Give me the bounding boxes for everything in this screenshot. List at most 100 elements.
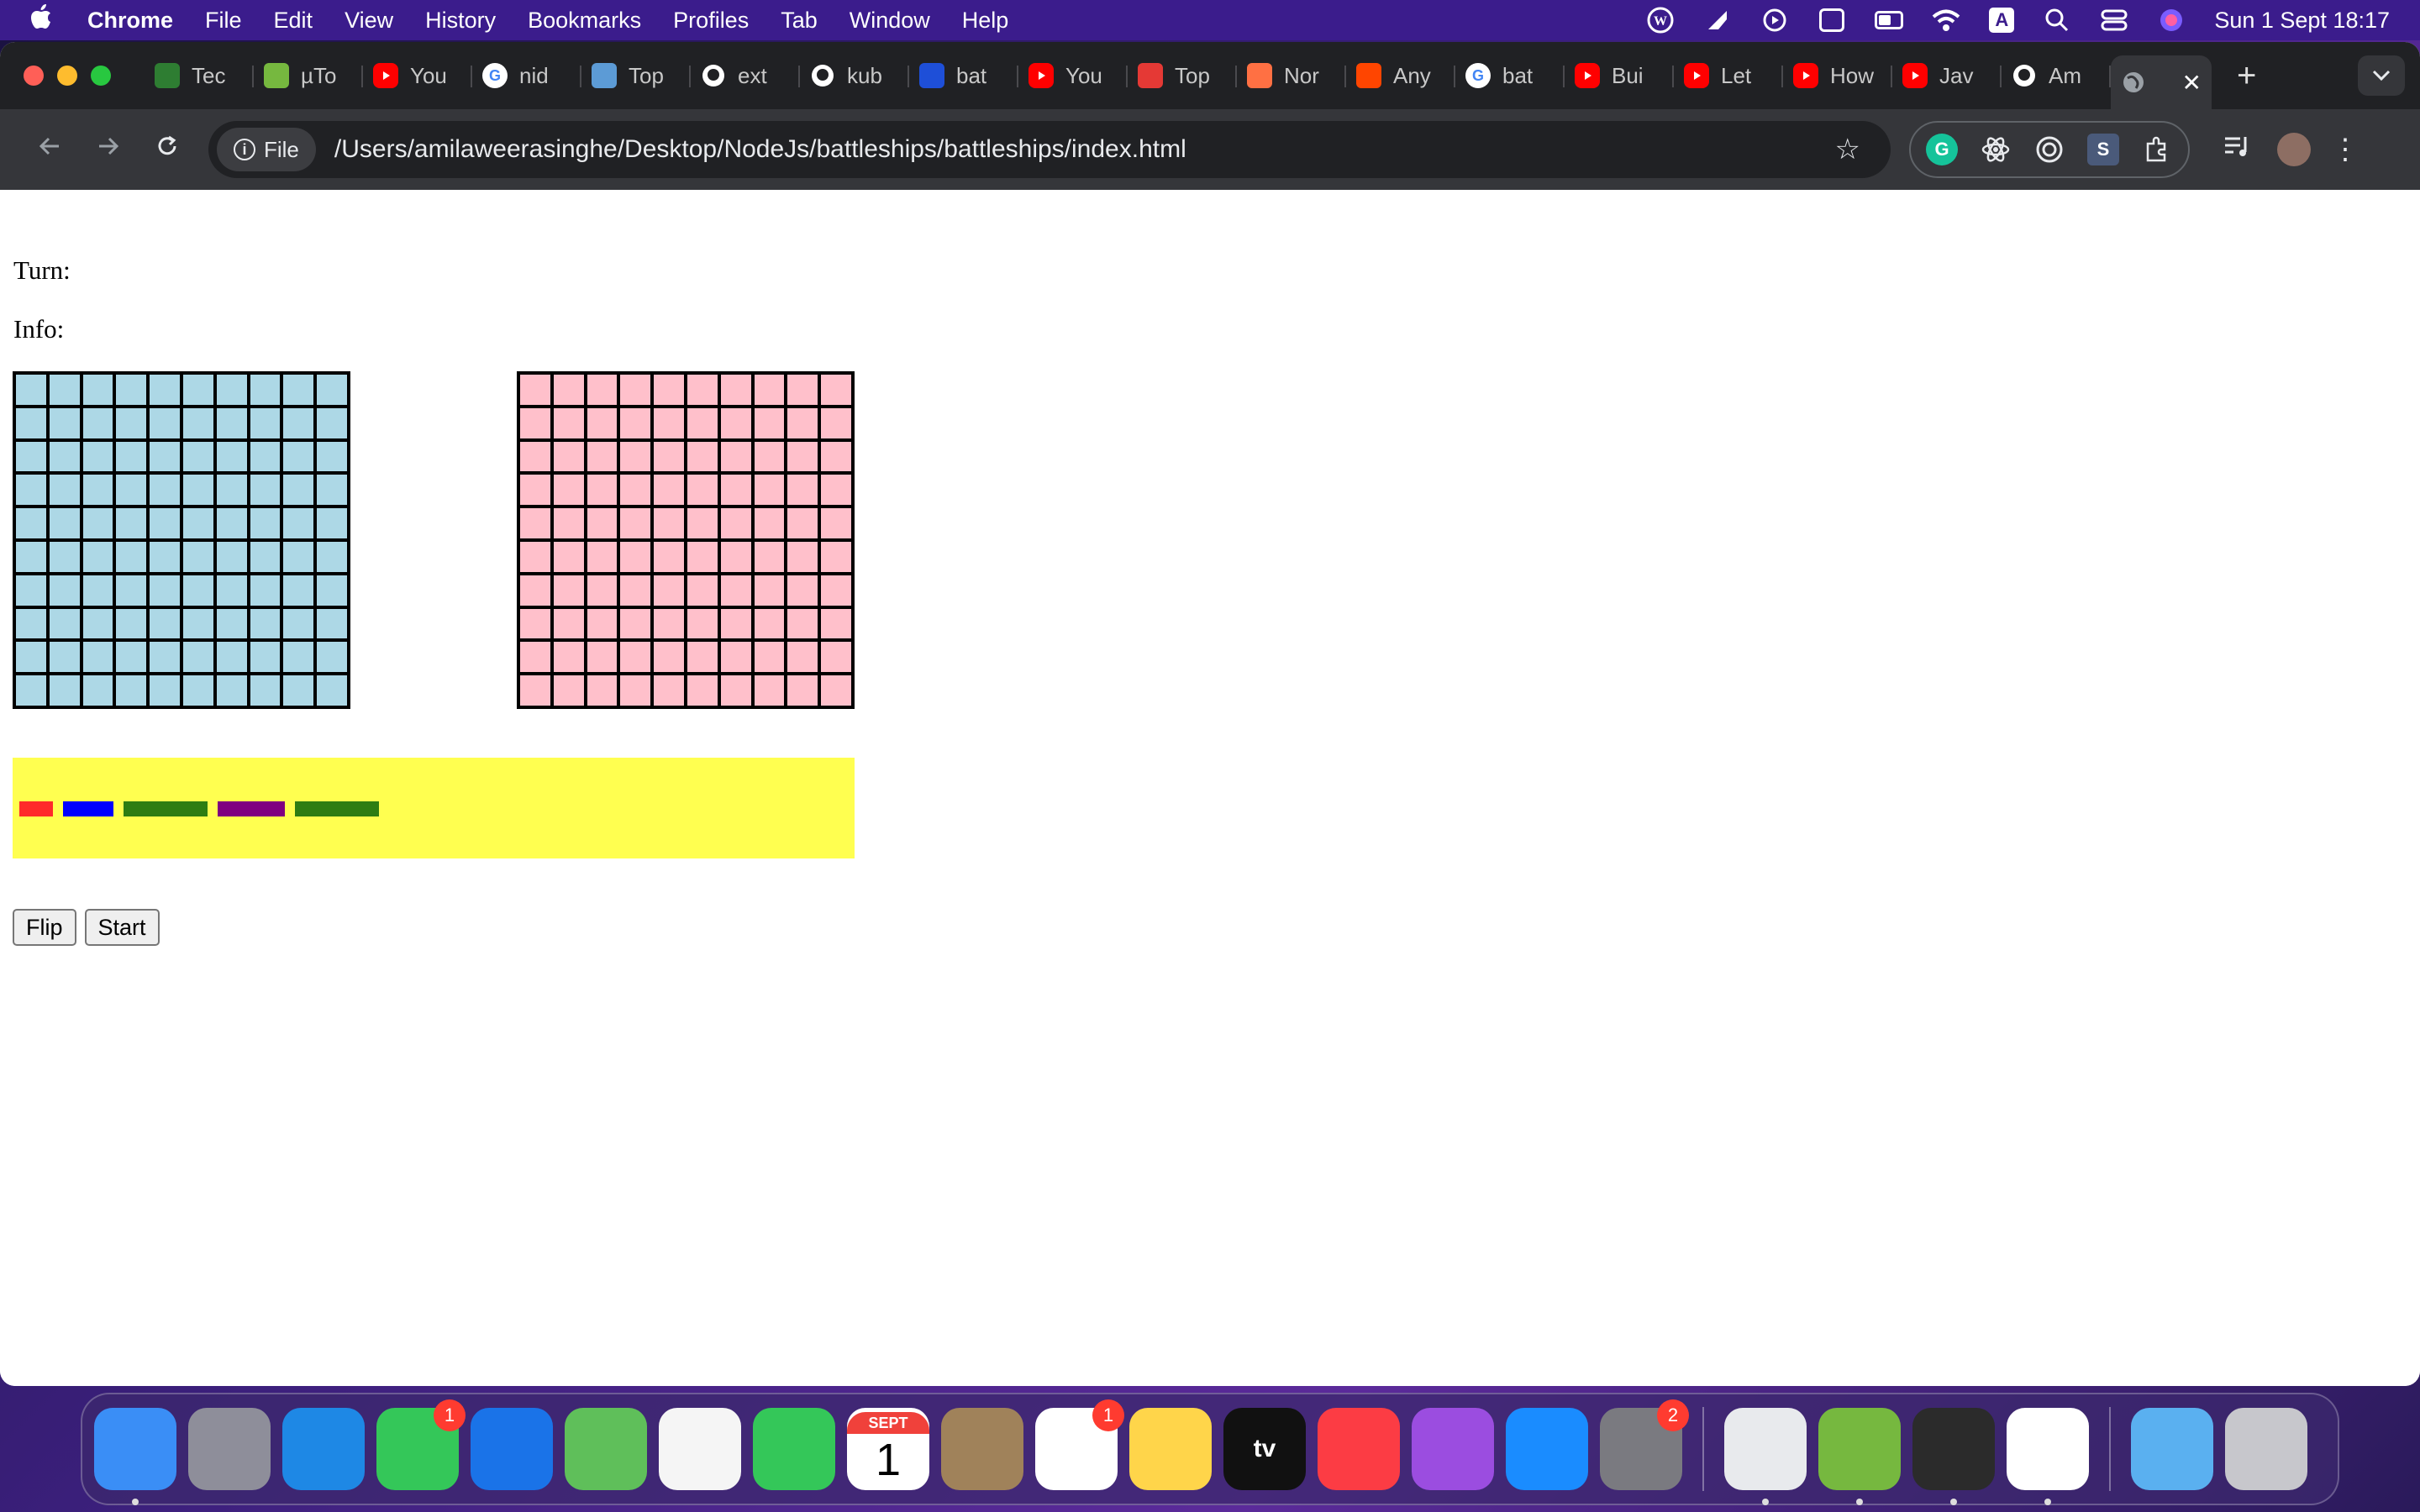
site-info-chip[interactable]: i File bbox=[217, 128, 316, 171]
board-cell[interactable] bbox=[181, 507, 215, 540]
board-cell[interactable] bbox=[786, 373, 820, 407]
dock-app-store-icon[interactable] bbox=[1506, 1408, 1588, 1490]
menu-edit[interactable]: Edit bbox=[274, 8, 313, 34]
board-cell[interactable] bbox=[819, 606, 853, 641]
board-cell[interactable] bbox=[214, 439, 249, 474]
board-cell[interactable] bbox=[281, 640, 316, 675]
tab-16[interactable]: Jav bbox=[1892, 52, 2002, 99]
keyboard-input-icon[interactable]: A bbox=[1989, 8, 2015, 33]
board-cell[interactable] bbox=[652, 439, 686, 474]
dock-utorrent-icon[interactable] bbox=[1818, 1408, 1901, 1505]
board-cell[interactable] bbox=[585, 674, 619, 707]
board-cell[interactable] bbox=[248, 539, 282, 574]
battery-icon[interactable] bbox=[1875, 8, 1904, 33]
board-cell[interactable] bbox=[685, 674, 719, 707]
board-cell[interactable] bbox=[114, 439, 149, 474]
tab-5[interactable]: ext bbox=[691, 52, 800, 99]
board-cell[interactable] bbox=[819, 507, 853, 540]
board-cell[interactable] bbox=[248, 606, 282, 641]
board-cell[interactable] bbox=[148, 674, 182, 707]
dock-tv-icon[interactable]: tv bbox=[1223, 1408, 1306, 1490]
board-cell[interactable] bbox=[518, 406, 552, 440]
board-cell[interactable] bbox=[315, 640, 349, 675]
board-cell[interactable] bbox=[786, 573, 820, 607]
board-cell[interactable] bbox=[685, 507, 719, 540]
board-cell[interactable] bbox=[315, 507, 349, 540]
board-cell[interactable] bbox=[685, 539, 719, 574]
board-cell[interactable] bbox=[181, 573, 215, 607]
board-cell[interactable] bbox=[214, 507, 249, 540]
board-cell[interactable] bbox=[685, 573, 719, 607]
s-extension-icon[interactable]: S bbox=[2087, 134, 2119, 165]
board-cell[interactable] bbox=[81, 539, 115, 574]
siri-icon[interactable] bbox=[2157, 8, 2186, 33]
board-cell[interactable] bbox=[685, 439, 719, 474]
board-cell[interactable] bbox=[214, 573, 249, 607]
board-cell[interactable] bbox=[786, 640, 820, 675]
board-cell[interactable] bbox=[47, 674, 82, 707]
tab-2[interactable]: You bbox=[363, 52, 472, 99]
board-cell[interactable] bbox=[752, 439, 786, 474]
board-cell[interactable] bbox=[786, 674, 820, 707]
board-cell[interactable] bbox=[718, 606, 753, 641]
board-cell[interactable] bbox=[81, 606, 115, 641]
board-cell[interactable] bbox=[14, 606, 48, 641]
board-cell[interactable] bbox=[518, 573, 552, 607]
board-cell[interactable] bbox=[585, 606, 619, 641]
ship-cruiser[interactable] bbox=[124, 801, 208, 816]
ship-submarine[interactable] bbox=[63, 801, 113, 816]
tab-10[interactable]: Nor bbox=[1237, 52, 1346, 99]
board-cell[interactable] bbox=[214, 473, 249, 507]
board-cell[interactable] bbox=[14, 640, 48, 675]
tab-0[interactable]: Tec bbox=[145, 52, 254, 99]
board-cell[interactable] bbox=[281, 406, 316, 440]
board-cell[interactable] bbox=[114, 473, 149, 507]
board-cell[interactable] bbox=[652, 507, 686, 540]
board-cell[interactable] bbox=[315, 606, 349, 641]
board-cell[interactable] bbox=[281, 473, 316, 507]
grammarly-icon[interactable]: G bbox=[1926, 134, 1958, 165]
dock-launchpad-icon[interactable] bbox=[188, 1408, 271, 1490]
dock-music-icon[interactable] bbox=[1318, 1408, 1400, 1490]
board-cell[interactable] bbox=[181, 606, 215, 641]
board-cell[interactable] bbox=[248, 373, 282, 407]
url-text[interactable]: /Users/amilaweerasinghe/Desktop/NodeJs/b… bbox=[334, 135, 1186, 164]
dock-quicktime-icon[interactable] bbox=[1912, 1408, 1995, 1505]
board-cell[interactable] bbox=[819, 674, 853, 707]
menu-file[interactable]: File bbox=[205, 8, 242, 34]
board-cell[interactable] bbox=[47, 406, 82, 440]
board-cell[interactable] bbox=[718, 406, 753, 440]
menu-profiles[interactable]: Profiles bbox=[673, 8, 749, 34]
tab-search-button[interactable] bbox=[2358, 55, 2405, 96]
board-cell[interactable] bbox=[685, 373, 719, 407]
board-cell[interactable] bbox=[652, 473, 686, 507]
start-button[interactable]: Start bbox=[84, 909, 160, 946]
board-cell[interactable] bbox=[618, 439, 653, 474]
board-cell[interactable] bbox=[281, 539, 316, 574]
dock-messages-icon[interactable]: 1 bbox=[376, 1399, 466, 1490]
board-cell[interactable] bbox=[585, 507, 619, 540]
tab-4[interactable]: Top bbox=[581, 52, 691, 99]
board-cell[interactable] bbox=[114, 539, 149, 574]
menubar-clock[interactable]: Sun 1 Sept 18:17 bbox=[2214, 8, 2390, 34]
board-cell[interactable] bbox=[81, 640, 115, 675]
profile-avatar[interactable] bbox=[2277, 133, 2311, 166]
board-cell[interactable] bbox=[248, 473, 282, 507]
board-cell[interactable] bbox=[315, 674, 349, 707]
board-cell[interactable] bbox=[786, 507, 820, 540]
board-cell[interactable] bbox=[652, 573, 686, 607]
board-cell[interactable] bbox=[148, 539, 182, 574]
board-cell[interactable] bbox=[652, 373, 686, 407]
board-cell[interactable] bbox=[47, 507, 82, 540]
board-cell[interactable] bbox=[148, 406, 182, 440]
board-cell[interactable] bbox=[114, 507, 149, 540]
play-status-icon[interactable] bbox=[1760, 8, 1789, 33]
board-cell[interactable] bbox=[81, 473, 115, 507]
board-cell[interactable] bbox=[752, 406, 786, 440]
tab-1[interactable]: µTo bbox=[254, 52, 363, 99]
menu-app-name[interactable]: Chrome bbox=[87, 8, 173, 34]
board-cell[interactable] bbox=[281, 573, 316, 607]
wifi-icon[interactable] bbox=[1932, 8, 1960, 33]
board-cell[interactable] bbox=[14, 406, 48, 440]
board-cell[interactable] bbox=[718, 640, 753, 675]
